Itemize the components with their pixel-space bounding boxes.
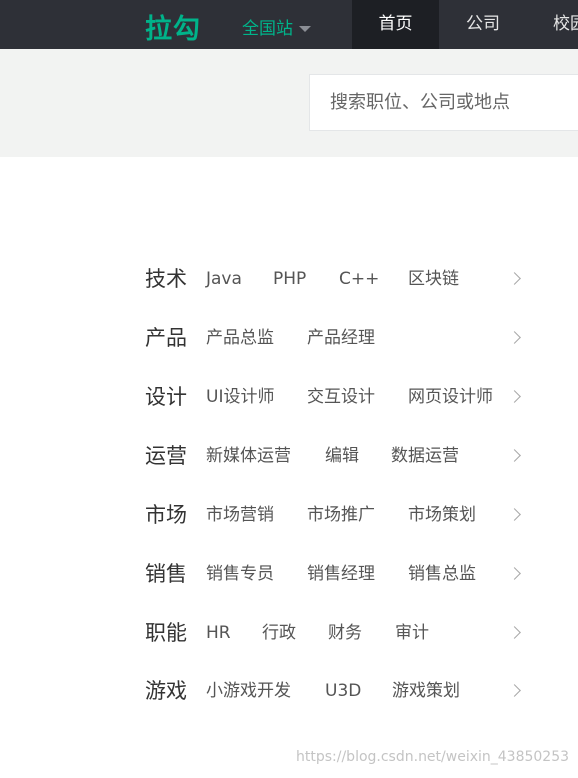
menu-row-marketing[interactable]: 市场 市场营销 市场推广 市场策划 [0,486,578,545]
menu-row-design[interactable]: 设计 UI设计师 交互设计 网页设计师 [0,368,578,427]
menu-link[interactable]: 交互设计 [307,368,375,427]
chevron-right-icon[interactable] [508,567,521,580]
site-select-label: 全国站 [242,19,293,39]
menu-link[interactable]: 财务 [328,604,362,663]
menu-link[interactable]: HR [206,604,231,663]
logo[interactable]: 拉勾 [145,7,201,46]
menu-category: 职能 [145,621,187,645]
menu-link[interactable]: 编辑 [325,427,359,486]
menu-category: 设计 [145,385,187,409]
menu-row-games[interactable]: 游戏 小游戏开发 U3D 游戏策划 [0,662,578,721]
chevron-right-icon[interactable] [508,684,521,697]
menu-link[interactable]: 市场策划 [408,486,476,545]
menu-row-tech[interactable]: 技术 Java PHP C++ 区块链 [0,250,578,309]
search-band [0,49,578,157]
chevron-right-icon[interactable] [508,390,521,403]
menu-link[interactable]: PHP [273,250,306,309]
menu-category: 市场 [145,503,187,527]
menu-link[interactable]: 区块链 [408,250,459,309]
menu-category: 技术 [145,267,187,291]
chevron-right-icon[interactable] [508,331,521,344]
menu-category: 产品 [145,326,187,350]
menu-link[interactable]: UI设计师 [206,368,274,427]
menu-row-functions[interactable]: 职能 HR 行政 财务 审计 [0,604,578,663]
chevron-right-icon[interactable] [508,508,521,521]
menu-row-sales[interactable]: 销售 销售专员 销售经理 销售总监 [0,545,578,604]
menu-category: 游戏 [145,679,187,703]
menu-link[interactable]: 数据运营 [391,427,459,486]
chevron-right-icon[interactable] [508,626,521,639]
menu-link[interactable]: U3D [325,662,361,721]
menu-link[interactable]: 网页设计师 [408,368,493,427]
menu-link[interactable]: 新媒体运营 [206,427,291,486]
search-input[interactable] [310,75,578,130]
nav-companies[interactable]: 公司 [448,0,518,49]
nav-campus[interactable]: 校园 [540,0,578,49]
menu-link[interactable]: 销售经理 [307,545,375,604]
menu-link[interactable]: 小游戏开发 [206,662,291,721]
search-box[interactable] [309,74,578,131]
menu-link[interactable]: 行政 [262,604,296,663]
nav-home[interactable]: 首页 [352,0,439,49]
menu-link[interactable]: 销售总监 [408,545,476,604]
menu-category: 销售 [145,562,187,586]
site-select-dropdown[interactable]: 全国站 [242,14,311,39]
top-nav-bar: 拉勾 全国站 首页 公司 校园 [0,0,578,49]
menu-row-product[interactable]: 产品 产品总监 产品经理 [0,309,578,368]
menu-link[interactable]: C++ [339,250,379,309]
menu-link[interactable]: 市场营销 [206,486,274,545]
menu-link[interactable]: 产品总监 [206,309,274,368]
chevron-right-icon[interactable] [508,272,521,285]
watermark: https://blog.csdn.net/weixin_43850253 [296,749,570,765]
menu-link[interactable]: 审计 [395,604,429,663]
menu-link[interactable]: 市场推广 [307,486,375,545]
caret-down-icon [299,26,311,32]
menu-link[interactable]: 游戏策划 [392,662,460,721]
menu-link[interactable]: 销售专员 [206,545,274,604]
menu-link[interactable]: Java [206,250,242,309]
menu-category: 运营 [145,444,187,468]
menu-link[interactable]: 产品经理 [307,309,375,368]
chevron-right-icon[interactable] [508,449,521,462]
menu-row-operations[interactable]: 运营 新媒体运营 编辑 数据运营 [0,427,578,486]
